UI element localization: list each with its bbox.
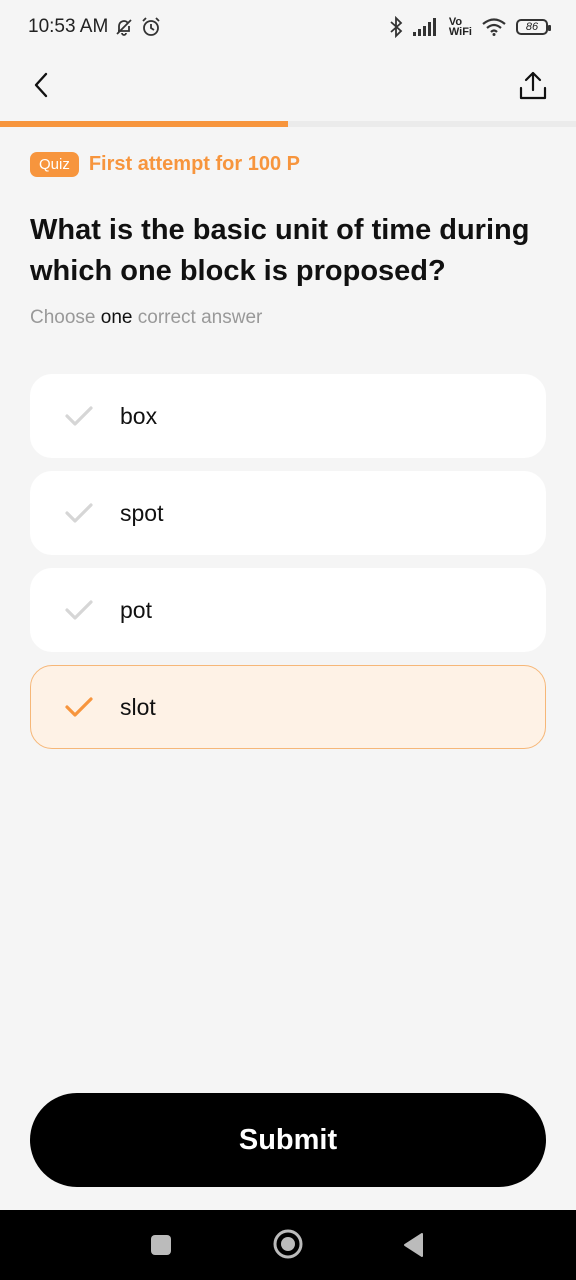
answer-option-label: spot bbox=[120, 499, 164, 526]
answer-option-label: slot bbox=[120, 693, 156, 720]
clock: 10:53 AM bbox=[28, 16, 109, 37]
answer-option-label: pot bbox=[120, 596, 152, 623]
alarm-icon bbox=[142, 17, 160, 36]
check-icon bbox=[65, 503, 93, 523]
instruction-post: correct answer bbox=[137, 307, 263, 328]
submit-button[interactable]: Submit bbox=[30, 1093, 546, 1187]
answer-option-label: box bbox=[120, 402, 158, 429]
check-icon bbox=[65, 697, 93, 717]
quiz-badge: Quiz bbox=[30, 152, 79, 177]
bluetooth-icon bbox=[390, 16, 403, 38]
instruction-text: Choose one correct answer bbox=[30, 307, 262, 329]
status-left: 10:53 AM bbox=[28, 16, 162, 38]
vowifi-indicator: Vo WiFi bbox=[448, 17, 472, 38]
share-icon[interactable] bbox=[518, 70, 548, 102]
back-arrow-icon[interactable] bbox=[28, 70, 58, 100]
battery-level: 86 bbox=[525, 21, 539, 33]
answer-options: box spot pot slot bbox=[30, 374, 546, 762]
status-bar: 10:53 AM Vo WiFi 86 bbox=[0, 0, 576, 54]
attempt-reward-text: First attempt for 100 P bbox=[88, 153, 301, 175]
wifi-icon bbox=[482, 18, 506, 36]
check-icon bbox=[65, 600, 93, 620]
home-circle-icon[interactable] bbox=[272, 1228, 304, 1260]
status-right: Vo WiFi 86 bbox=[389, 16, 551, 38]
question-text: What is the basic unit of time during wh… bbox=[30, 214, 530, 287]
system-nav-bar bbox=[0, 1210, 576, 1280]
answer-option[interactable]: slot bbox=[30, 665, 546, 749]
recents-square-icon[interactable] bbox=[150, 1234, 172, 1256]
quiz-progress-fill bbox=[0, 121, 288, 127]
app-bar bbox=[0, 60, 576, 116]
signal-icon bbox=[412, 18, 436, 36]
quiz-header: Quiz First attempt for 100 P bbox=[30, 152, 300, 177]
check-icon bbox=[65, 406, 93, 426]
instruction-emphasis: one bbox=[100, 307, 133, 328]
vowifi-bottom: WiFi bbox=[448, 26, 472, 38]
answer-option[interactable]: spot bbox=[30, 471, 546, 555]
instruction-pre: Choose bbox=[30, 307, 96, 328]
battery-icon: 86 bbox=[516, 19, 551, 35]
bell-off-icon bbox=[116, 19, 132, 36]
quiz-progress-bar bbox=[0, 121, 576, 127]
answer-option[interactable]: box bbox=[30, 374, 546, 458]
back-triangle-icon[interactable] bbox=[402, 1232, 424, 1258]
answer-option[interactable]: pot bbox=[30, 568, 546, 652]
